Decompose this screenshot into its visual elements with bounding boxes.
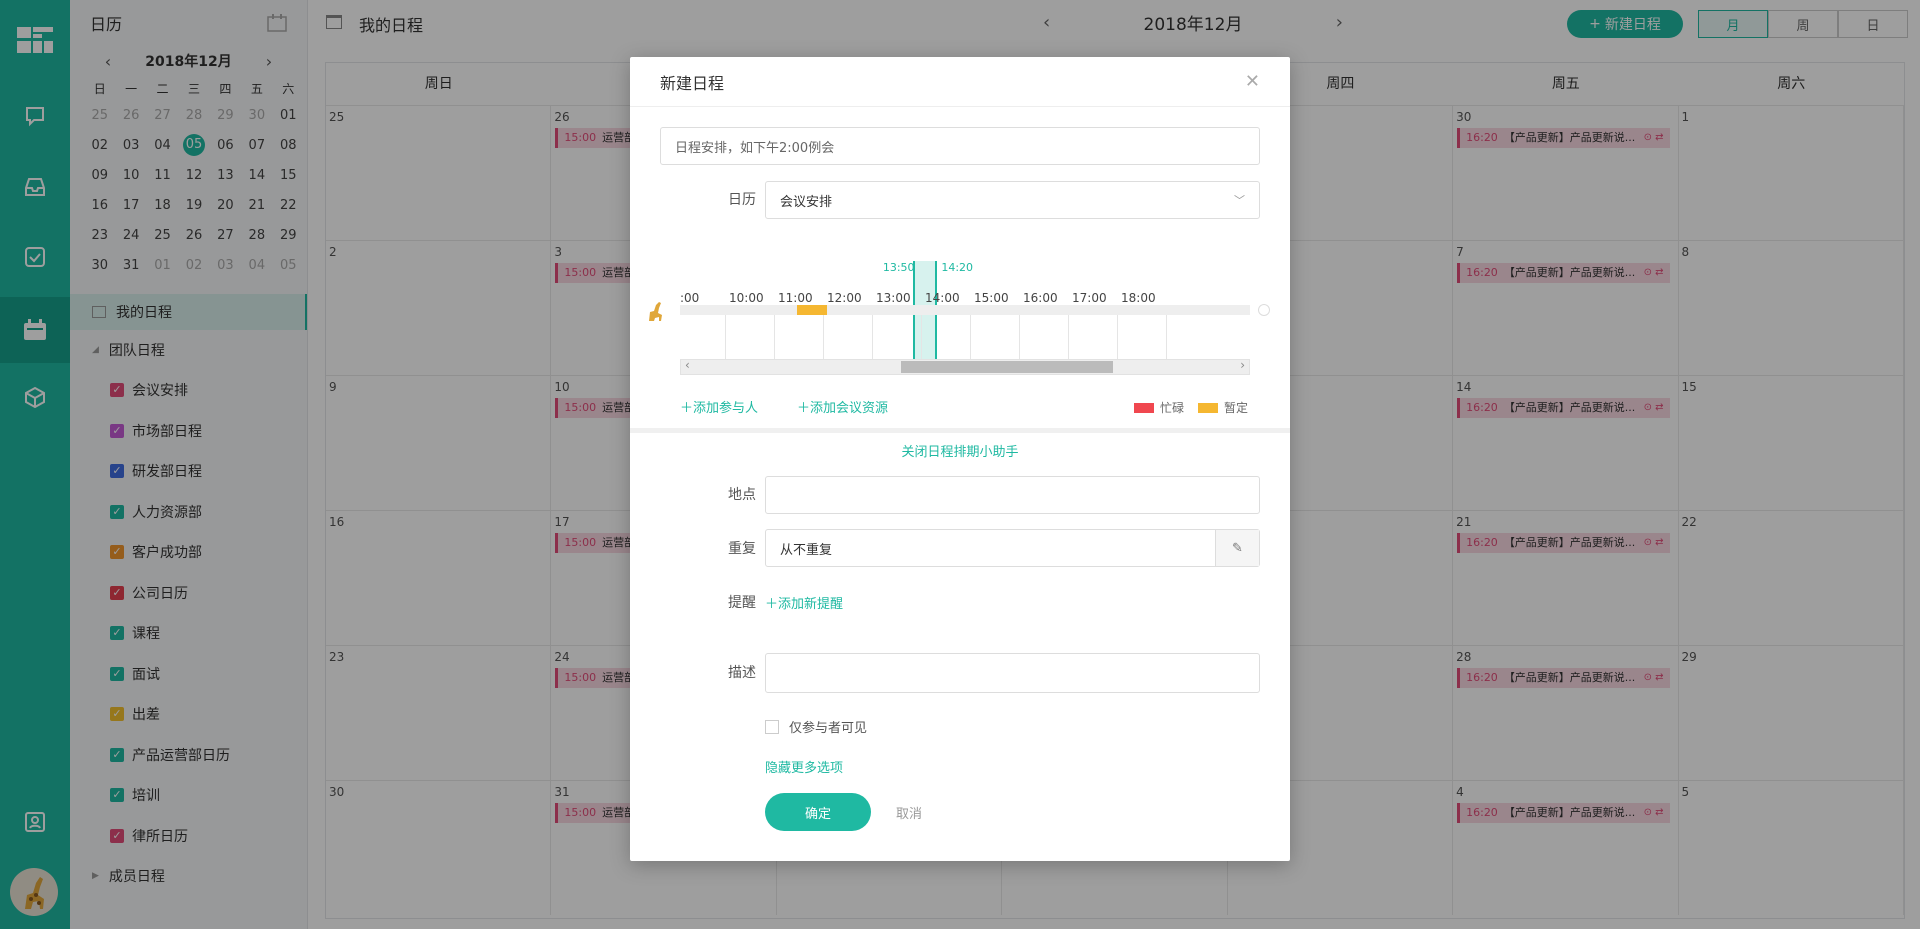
new-event-dialog: 新建日程 ✕ 日程安排，如下午2:00例会 日历 会议安排 ﹀ 13:50 14… <box>630 57 1290 861</box>
hour-gridline <box>774 311 775 361</box>
edit-icon[interactable]: ✎ <box>1215 530 1259 566</box>
hour-gridline <box>725 311 726 361</box>
hour-ruler: :00 10:00 11:00 12:00 13:00 14:00 15:00 16:00 17… <box>680 291 1250 361</box>
hour-label: :00 <box>680 291 700 305</box>
remind-label: 提醒 <box>728 595 756 611</box>
confirm-button[interactable]: 确定 <box>765 793 871 831</box>
location-label: 地点 <box>728 487 756 503</box>
giraffe-icon <box>646 301 666 327</box>
legend-busy-swatch <box>1134 402 1154 413</box>
event-title-input[interactable]: 日程安排，如下午2:00例会 <box>660 127 1260 165</box>
legend-busy-label: 忙碌 <box>1160 401 1185 415</box>
location-input[interactable] <box>765 476 1260 514</box>
hour-label: 12:00 <box>827 291 862 305</box>
calendar-select-value: 会议安排 <box>780 194 833 210</box>
plus-icon: ＋ <box>797 401 811 416</box>
calendar-select[interactable]: 会议安排 ﹀ <box>765 181 1260 219</box>
timeline-end-icon <box>1258 304 1270 316</box>
hour-gridline <box>1117 311 1118 361</box>
add-remind-link[interactable]: ＋添加新提醒 <box>765 593 843 612</box>
hour-label: 18:00 <box>1121 291 1156 305</box>
timeline-scrollbar[interactable]: ‹ › <box>680 358 1250 375</box>
hide-more-link[interactable]: 隐藏更多选项 <box>765 757 843 776</box>
cancel-button[interactable]: 取消 <box>896 803 922 822</box>
tentative-block[interactable] <box>797 305 827 315</box>
selection-end-label: 14:20 <box>941 261 974 274</box>
scroll-right-icon[interactable]: › <box>1240 358 1245 372</box>
add-participant-label: 添加参与人 <box>693 401 759 416</box>
add-remind-label: 添加新提醒 <box>778 597 844 612</box>
legend-tentative-label: 暂定 <box>1224 401 1249 415</box>
repeat-label: 重复 <box>728 541 756 557</box>
hour-gridline <box>921 311 922 361</box>
description-input[interactable] <box>765 653 1260 693</box>
description-label: 描述 <box>728 665 756 681</box>
checkbox[interactable] <box>765 719 779 734</box>
hour-gridline <box>970 311 971 361</box>
legend: 忙碌 暂定 <box>1134 399 1248 416</box>
add-resource-link[interactable]: ＋添加会议资源 <box>797 397 888 416</box>
hour-label: 17:00 <box>1072 291 1107 305</box>
hour-label: 13:00 <box>876 291 911 305</box>
hour-gridline <box>872 311 873 361</box>
close-helper-link[interactable]: 关闭日程排期小助手 <box>630 441 1290 460</box>
calendar-label: 日历 <box>728 192 756 208</box>
hour-label: 15:00 <box>974 291 1009 305</box>
hour-gridline <box>1019 311 1020 361</box>
plus-icon: ＋ <box>765 597 779 612</box>
hour-gridline <box>823 311 824 361</box>
add-participant-link[interactable]: ＋添加参与人 <box>680 397 758 416</box>
hour-label: 10:00 <box>729 291 764 305</box>
only-participants-option[interactable]: 仅参与者可见 <box>765 717 867 736</box>
legend-tentative-swatch <box>1198 402 1219 413</box>
scroll-left-icon[interactable]: ‹ <box>685 358 690 372</box>
scrollbar-thumb[interactable] <box>901 361 1113 373</box>
app: 日历 ‹ 2018年12月 › 日 一 二 三 四 五 六 25 26 27 2… <box>0 0 1920 929</box>
dialog-title: 新建日程 <box>660 73 725 93</box>
only-participants-label: 仅参与者可见 <box>789 721 868 736</box>
add-resource-label: 添加会议资源 <box>810 401 889 416</box>
hour-label: 11:00 <box>778 291 813 305</box>
plus-icon: ＋ <box>680 401 694 416</box>
chevron-down-icon: ﹀ <box>1234 194 1245 207</box>
section-divider <box>630 428 1290 433</box>
busy-track <box>680 305 1250 315</box>
hour-label: 14:00 <box>925 291 960 305</box>
hour-gridline <box>1068 311 1069 361</box>
repeat-value: 从不重复 <box>780 542 833 558</box>
selection-start-label: 13:50 <box>882 261 915 274</box>
dialog-header: 新建日程 ✕ <box>630 57 1290 107</box>
repeat-select[interactable]: 从不重复 ✎ <box>765 529 1260 567</box>
event-title-placeholder: 日程安排，如下午2:00例会 <box>675 140 835 156</box>
hour-label: 16:00 <box>1023 291 1058 305</box>
close-icon[interactable]: ✕ <box>1245 71 1260 92</box>
hour-gridline <box>1166 311 1167 361</box>
